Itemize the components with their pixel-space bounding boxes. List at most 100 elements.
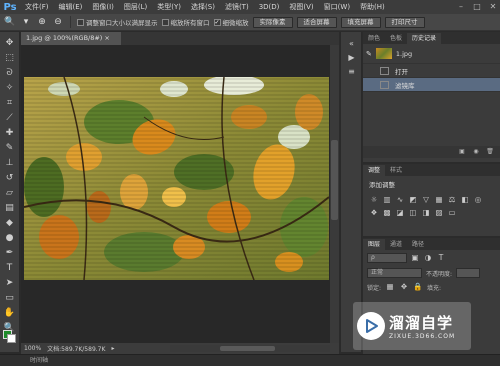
- filter-pixel-icon[interactable]: ▣: [410, 253, 420, 263]
- filter-adjust-icon[interactable]: ◑: [423, 253, 433, 263]
- path-selection-tool-icon[interactable]: ➤: [3, 276, 17, 290]
- brush-tool-icon[interactable]: ✎: [3, 141, 17, 155]
- menu-window[interactable]: 窗口(W): [319, 0, 355, 14]
- opacity-field[interactable]: [456, 268, 481, 278]
- exposure-icon[interactable]: ◩: [408, 195, 418, 205]
- timeline-bar[interactable]: 时间轴: [0, 354, 500, 366]
- menu-image[interactable]: 图像(I): [87, 0, 119, 14]
- close-icon[interactable]: ✕: [488, 2, 498, 12]
- marquee-tool-icon[interactable]: ⬚: [3, 51, 17, 65]
- resize-windows-checkbox[interactable]: 调整窗口大小以满屏显示: [77, 17, 158, 27]
- zoom-level[interactable]: 100%: [24, 345, 41, 352]
- gradient-tool-icon[interactable]: ▤: [3, 201, 17, 215]
- eraser-tool-icon[interactable]: ▱: [3, 186, 17, 200]
- hue-saturation-icon[interactable]: ▦: [434, 195, 444, 205]
- close-tab-icon[interactable]: ×: [104, 34, 109, 42]
- dodge-tool-icon[interactable]: ●: [3, 231, 17, 245]
- lock-all-icon[interactable]: 🔒: [413, 282, 423, 292]
- filter-type-icon[interactable]: T: [436, 253, 446, 263]
- tab-color[interactable]: 颜色: [363, 33, 385, 44]
- tab-history[interactable]: 历史记录: [407, 33, 442, 44]
- selective-color-icon[interactable]: ▨: [434, 208, 444, 218]
- shape-tool-icon[interactable]: ▭: [3, 291, 17, 305]
- threshold-icon[interactable]: ◨: [421, 208, 431, 218]
- fill-screen-button[interactable]: 填充屏幕: [340, 16, 381, 28]
- vertical-scrollbar[interactable]: [330, 45, 339, 343]
- menu-select[interactable]: 选择(S): [186, 0, 220, 14]
- tab-swatches[interactable]: 色板: [385, 33, 407, 44]
- menu-file[interactable]: 文件(F): [20, 0, 54, 14]
- scrubby-zoom-checkbox[interactable]: ✓ 细微缩放: [213, 17, 249, 27]
- new-document-icon[interactable]: ▣: [458, 148, 466, 156]
- properties-icon[interactable]: ≡: [345, 66, 358, 78]
- tab-channels[interactable]: 通道: [385, 239, 407, 250]
- layer-kind-filter[interactable]: ρ: [367, 253, 407, 263]
- scrollbar-thumb[interactable]: [331, 140, 338, 220]
- collapse-icon[interactable]: «: [345, 38, 358, 50]
- magic-wand-tool-icon[interactable]: ✧: [3, 81, 17, 95]
- checkbox-box[interactable]: [161, 18, 169, 26]
- clone-stamp-tool-icon[interactable]: ⊥: [3, 156, 17, 170]
- color-lookup-icon[interactable]: ▩: [382, 208, 392, 218]
- menu-type[interactable]: 类型(Y): [152, 0, 186, 14]
- lock-position-icon[interactable]: ✥: [399, 282, 409, 292]
- menu-3d[interactable]: 3D(D): [254, 0, 285, 14]
- maximize-icon[interactable]: □: [472, 2, 482, 12]
- status-arrow-icon[interactable]: ▸: [111, 345, 114, 352]
- tab-layers[interactable]: 图层: [363, 239, 386, 250]
- tab-paths[interactable]: 路径: [407, 239, 429, 250]
- scrollbar-thumb[interactable]: [220, 346, 275, 351]
- canvas-area[interactable]: [21, 45, 339, 343]
- zoom-tool-icon[interactable]: 🔍: [4, 16, 16, 28]
- print-size-button[interactable]: 打印尺寸: [384, 16, 425, 28]
- color-balance-icon[interactable]: ⚖: [447, 195, 457, 205]
- document-image[interactable]: [24, 77, 329, 280]
- move-tool-icon[interactable]: ✥: [3, 36, 17, 50]
- invert-icon[interactable]: ◪: [395, 208, 405, 218]
- history-snapshot[interactable]: ✎ 1.jpg: [363, 44, 500, 64]
- vibrance-icon[interactable]: ▽: [421, 195, 431, 205]
- black-white-icon[interactable]: ◧: [460, 195, 470, 205]
- menu-view[interactable]: 视图(V): [284, 0, 318, 14]
- history-brush-tool-icon[interactable]: ↺: [3, 171, 17, 185]
- posterize-icon[interactable]: ◫: [408, 208, 418, 218]
- tab-adjustments[interactable]: 调整: [363, 165, 386, 176]
- menu-edit[interactable]: 编辑(E): [54, 0, 88, 14]
- curves-icon[interactable]: ∿: [395, 195, 405, 205]
- actions-icon[interactable]: ▶: [345, 52, 358, 64]
- minimize-icon[interactable]: –: [456, 2, 466, 12]
- lasso-tool-icon[interactable]: ᘐ: [3, 66, 17, 80]
- blend-mode-select[interactable]: 正常: [367, 268, 422, 278]
- blur-tool-icon[interactable]: ◆: [3, 216, 17, 230]
- crop-tool-icon[interactable]: ⌗: [3, 96, 17, 110]
- checkbox-box[interactable]: [77, 18, 84, 26]
- lock-pixels-icon[interactable]: ▦: [385, 282, 395, 292]
- menu-layer[interactable]: 图层(L): [119, 0, 152, 14]
- history-state-filter-gallery[interactable]: 滤镜库: [363, 78, 500, 92]
- document-tab[interactable]: 1.jpg @ 100%(RGB/8#) ×: [21, 32, 121, 45]
- zoom-out-icon[interactable]: ⊖: [52, 16, 64, 28]
- zoom-in-icon[interactable]: ⊕: [36, 16, 48, 28]
- type-tool-icon[interactable]: T: [3, 261, 17, 275]
- photo-filter-icon[interactable]: ◎: [473, 195, 483, 205]
- new-snapshot-icon[interactable]: ◉: [472, 148, 480, 156]
- healing-brush-tool-icon[interactable]: ✚: [3, 126, 17, 140]
- levels-icon[interactable]: ▥: [382, 195, 392, 205]
- menu-help[interactable]: 帮助(H): [355, 0, 390, 14]
- trash-icon[interactable]: 🗑: [486, 148, 494, 156]
- menu-filter[interactable]: 滤镜(T): [220, 0, 254, 14]
- channel-mixer-icon[interactable]: ❖: [369, 208, 379, 218]
- history-state-open[interactable]: 打开: [363, 64, 500, 78]
- fit-screen-button[interactable]: 适合屏幕: [296, 16, 337, 28]
- tab-styles[interactable]: 样式: [385, 165, 407, 176]
- zoom-all-checkbox[interactable]: 缩放所有窗口: [161, 17, 210, 27]
- horizontal-scrollbar[interactable]: [170, 345, 330, 352]
- brightness-icon[interactable]: ☼: [369, 195, 379, 205]
- zoom-dropdown-icon[interactable]: ▾: [20, 16, 32, 28]
- actual-pixels-button[interactable]: 实际像素: [252, 16, 293, 28]
- eyedropper-tool-icon[interactable]: ⟋: [3, 111, 17, 125]
- hand-tool-icon[interactable]: ✋: [3, 306, 17, 320]
- timeline-label[interactable]: 时间轴: [30, 357, 48, 364]
- brush-source-icon[interactable]: ✎: [366, 50, 372, 58]
- background-color-swatch[interactable]: [7, 334, 16, 343]
